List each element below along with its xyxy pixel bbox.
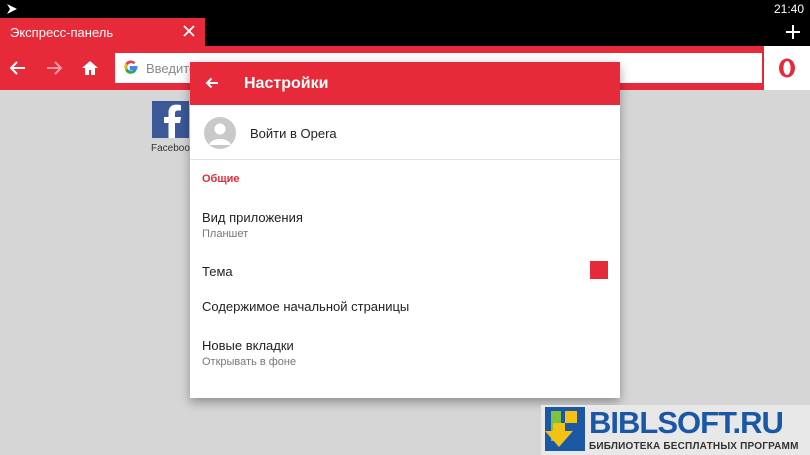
address-placeholder: Введите (146, 61, 197, 76)
back-arrow-icon[interactable] (204, 75, 220, 91)
tile-label: Facebook (151, 143, 195, 154)
watermark-logo: BIBLSOFT.RU БИБЛИОТЕКА БЕСПЛАТНЫХ ПРОГРА… (541, 405, 810, 455)
download-arrow-icon (545, 407, 585, 451)
setting-label: Вид приложения (202, 210, 303, 225)
settings-title: Настройки (244, 75, 329, 92)
signin-row[interactable]: Войти в Opera (190, 105, 620, 160)
signin-label: Войти в Opera (250, 126, 337, 141)
watermark-subtitle: БИБЛИОТЕКА БЕСПЛАТНЫХ ПРОГРАММ (589, 441, 799, 452)
status-bar: 21:40 (0, 0, 810, 18)
setting-label: Содержимое начальной страницы (202, 299, 410, 314)
theme-color-swatch[interactable] (590, 261, 608, 279)
setting-label: Новые вкладки (202, 338, 294, 353)
speed-dial-tile-facebook[interactable] (152, 101, 189, 138)
tab-title: Экспресс-панель (10, 25, 114, 40)
tab-speed-dial[interactable]: Экспресс-панель (0, 18, 205, 46)
clock: 21:40 (773, 2, 804, 16)
watermark-title: BIBLSOFT.RU (589, 405, 784, 440)
setting-value: Открывать в фоне (202, 356, 297, 368)
setting-value: Планшет (202, 228, 249, 240)
opera-menu-button[interactable] (764, 46, 810, 90)
setting-start-page-content[interactable]: Содержимое начальной страницы (190, 290, 620, 324)
google-logo-icon (124, 60, 138, 74)
setting-label: Тема (202, 264, 233, 279)
back-arrow-icon[interactable] (8, 58, 28, 78)
facebook-logo-icon (164, 104, 181, 138)
new-tab-plus-icon[interactable] (784, 23, 802, 41)
setting-theme[interactable]: Тема (190, 252, 620, 288)
settings-header: Настройки (190, 62, 620, 105)
avatar-icon (204, 117, 236, 149)
tab-strip: Экспресс-панель (0, 18, 810, 46)
opera-logo-icon (779, 58, 795, 78)
home-icon[interactable] (80, 58, 100, 78)
settings-dialog: Настройки Войти в Opera Общие Вид прилож… (190, 62, 620, 398)
setting-app-view[interactable]: Вид приложения Планшет (190, 200, 620, 246)
forward-arrow-icon[interactable] (44, 58, 64, 78)
setting-new-tabs[interactable]: Новые вкладки Открывать в фоне (190, 328, 620, 374)
app-logo-icon (7, 4, 17, 14)
close-tab-icon[interactable] (181, 23, 197, 39)
section-header-general: Общие (202, 173, 240, 185)
